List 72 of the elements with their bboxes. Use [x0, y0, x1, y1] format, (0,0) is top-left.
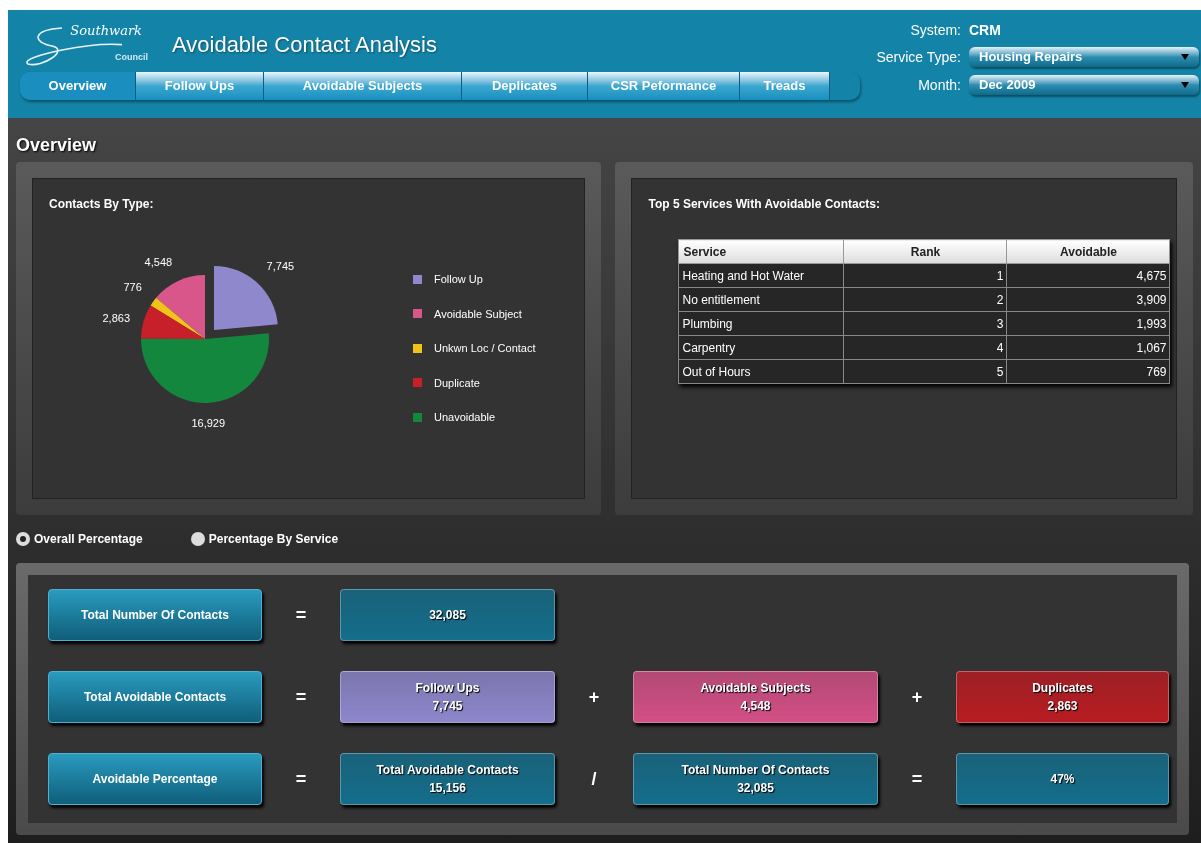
- table-cell: No entitlement: [679, 287, 844, 312]
- operator-sign: /: [590, 767, 598, 791]
- nav-tab[interactable]: CSR Peformance: [588, 72, 740, 100]
- operator-sign: =: [294, 603, 308, 627]
- panel-title: Contacts By Type:: [49, 196, 154, 213]
- value-box-title: Duplicates: [1032, 680, 1093, 697]
- legend-label: Follow Up: [434, 272, 483, 287]
- table-cell: 2: [844, 287, 1007, 312]
- nav-tab[interactable]: Overview: [20, 72, 136, 100]
- nav-tab[interactable]: Treads: [740, 72, 830, 100]
- value-box-title: Avoidable Subjects: [700, 680, 811, 697]
- value-box-title: Total Number Of Contacts: [681, 762, 830, 779]
- column-header: Service: [679, 239, 844, 264]
- table-cell: 769: [1007, 359, 1170, 384]
- table-cell: 4,675: [1007, 263, 1170, 288]
- logo-text: Southwark: [70, 24, 142, 37]
- page-heading: Overview: [16, 134, 98, 157]
- operator-sign: +: [587, 685, 601, 709]
- column-header: Rank: [844, 239, 1007, 264]
- value-box-number: 32,085: [737, 780, 774, 797]
- app-title: Avoidable Contact Analysis: [171, 31, 438, 59]
- legend-label: Avoidable Subject: [434, 306, 522, 322]
- table-cell: 3,909: [1007, 287, 1170, 312]
- legend-label: Unkwn Loc / Contact: [434, 341, 536, 356]
- table-cell: 1,067: [1007, 335, 1170, 360]
- formula-label-button[interactable]: Avoidable Percentage: [48, 753, 262, 805]
- slice-value-label: 2,863: [102, 311, 130, 324]
- nav-tab[interactable]: Deplicates: [462, 72, 588, 100]
- table-cell: 4: [844, 335, 1007, 360]
- column-header: Avoidable: [1007, 239, 1170, 264]
- table-cell: Plumbing: [679, 311, 844, 336]
- operator-sign: =: [294, 767, 308, 791]
- value-box-title: Follow Ups: [415, 680, 480, 697]
- logo-subtext: Council: [115, 51, 148, 64]
- operator-sign: +: [910, 685, 924, 709]
- slice-value-label: 7,745: [266, 260, 295, 273]
- table-cell: 3: [844, 311, 1007, 336]
- value-box-number: 32,085: [429, 607, 466, 624]
- month-dropdown[interactable]: Dec 2009: [969, 75, 1199, 95]
- nav-tab[interactable]: Follow Ups: [136, 72, 264, 100]
- table-cell: 1,993: [1007, 311, 1170, 336]
- operator-sign: =: [294, 685, 308, 709]
- table-cell: Carpentry: [679, 335, 844, 360]
- table-cell: 1: [844, 263, 1007, 288]
- service-type-label: Service Type:: [875, 47, 962, 67]
- panel-title: Top 5 Services With Avoidable Contacts:: [648, 196, 880, 213]
- value-box-number: 7,745: [432, 698, 463, 715]
- value-box-number: 15,156: [429, 780, 466, 797]
- value-box-number: 47%: [1050, 771, 1075, 788]
- value-box-number: 2,863: [1047, 698, 1078, 715]
- slice-value-label: 4,548: [144, 256, 173, 269]
- radio-option[interactable]: Overall Percentage: [16, 530, 143, 548]
- value-box-number: 4,548: [740, 698, 771, 715]
- service-type-dropdown[interactable]: Housing Repairs: [969, 47, 1199, 67]
- dropdown-arrow-icon: [1181, 82, 1189, 88]
- table-cell: Heating and Hot Water: [679, 263, 844, 288]
- month-label: Month:: [917, 75, 962, 95]
- slice-value-label: 16,929: [191, 416, 226, 429]
- slice-value-label: 776: [123, 281, 142, 294]
- table-cell: 5: [844, 359, 1007, 384]
- nav-tab[interactable]: Avoidable Subjects: [264, 72, 462, 100]
- legend-label: Duplicate: [434, 375, 480, 391]
- dropdown-arrow-icon: [1181, 54, 1189, 60]
- legend-label: Unavoidable: [434, 410, 496, 425]
- value-box-title: Total Avoidable Contacts: [376, 762, 519, 779]
- system-value: CRM: [969, 20, 1001, 40]
- table-cell: Out of Hours: [679, 359, 844, 384]
- operator-sign: =: [910, 767, 924, 791]
- system-label: System:: [909, 20, 962, 40]
- radio-option[interactable]: Percentage By Service: [190, 530, 339, 548]
- formula-label-button[interactable]: Total Number Of Contacts: [48, 589, 262, 641]
- formula-label-button[interactable]: Total Avoidable Contacts: [48, 671, 262, 723]
